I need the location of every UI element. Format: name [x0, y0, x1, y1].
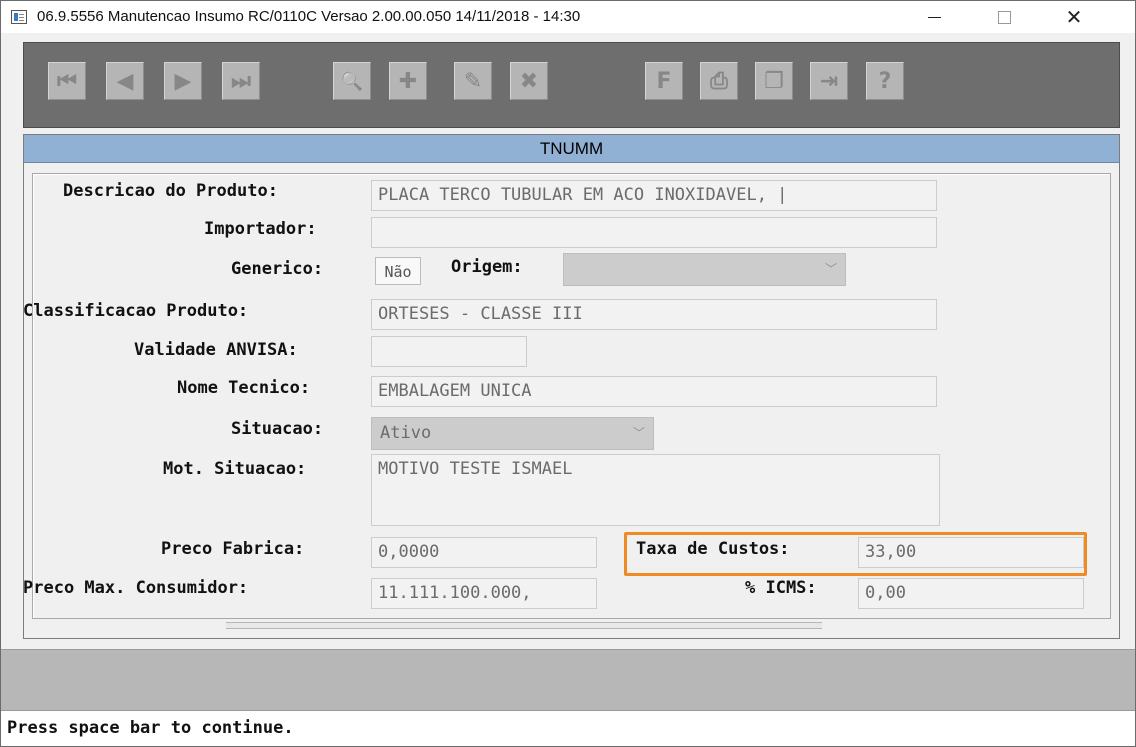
help-button[interactable]: ? [866, 62, 904, 100]
generico-checkbox[interactable]: Não [375, 257, 421, 285]
preco-fabrica-field[interactable]: 0,0000 [371, 537, 597, 568]
delete-button[interactable]: ✖ [510, 62, 548, 100]
origem-select[interactable]: ﹀ [563, 253, 846, 286]
close-button[interactable]: ✕ [1051, 1, 1097, 33]
next-record-button[interactable]: ▶ [164, 62, 202, 100]
origem-label: Origem: [451, 257, 523, 277]
situacao-value: Ativo [380, 423, 432, 443]
horizontal-scrollbar[interactable] [226, 622, 822, 629]
copy-button[interactable]: ❐ [755, 62, 793, 100]
copy-icon: ❐ [764, 68, 784, 94]
nome-tecnico-field[interactable]: EMBALAGEM UNICA [371, 376, 937, 407]
search-icon: 🔍 [340, 70, 364, 92]
preco-max-field[interactable]: 11.111.100.000, [371, 578, 597, 609]
descricao-label: Descricao do Produto: [63, 181, 278, 201]
preco-max-label: Preco Max. Consumidor: [23, 578, 249, 598]
icms-label: % ICMS: [745, 578, 817, 598]
app-window: 06.9.5556 Manutencao Insumo RC/0110C Ver… [0, 0, 1136, 747]
delete-icon: ✖ [519, 68, 539, 94]
add-button[interactable]: ✚ [389, 62, 427, 100]
edit-button[interactable]: ✎ [454, 62, 492, 100]
close-icon: ✕ [1065, 5, 1083, 29]
last-record-icon: ⏭ [231, 68, 251, 94]
classificacao-field[interactable]: ORTESES - CLASSE III [371, 299, 937, 330]
last-record-button[interactable]: ⏭ [222, 62, 260, 100]
window-title: 06.9.5556 Manutencao Insumo RC/0110C Ver… [37, 8, 581, 25]
add-icon: ✚ [398, 68, 418, 94]
descricao-field[interactable]: PLACA TERCO TUBULAR EM ACO INOXIDAVEL, | [371, 180, 937, 211]
mot-situacao-label: Mot. Situacao: [163, 459, 307, 479]
previous-record-button[interactable]: ◀ [106, 62, 144, 100]
print-icon: ⎙ [710, 68, 728, 94]
nome-tecnico-label: Nome Tecnico: [177, 378, 311, 398]
validade-label: Validade ANVISA: [134, 340, 298, 360]
search-button[interactable]: 🔍 [333, 62, 371, 100]
generico-label: Generico: [231, 259, 324, 279]
toolbar: ⏮ ◀ ▶ ⏭ 🔍 ✚ ✎ ✖ F ⎙ ❐ ⇥ ? [23, 42, 1120, 128]
importador-label: Importador: [204, 219, 317, 239]
form-header: TNUMM [24, 135, 1119, 163]
classificacao-label: Classificacao Produto: [23, 301, 249, 321]
icms-field[interactable]: 0,00 [858, 578, 1084, 609]
next-icon: ▶ [174, 68, 192, 94]
title-bar: 06.9.5556 Manutencao Insumo RC/0110C Ver… [1, 1, 1135, 33]
print-button[interactable]: ⎙ [700, 62, 738, 100]
app-icon [11, 10, 27, 24]
help-icon: ? [878, 68, 892, 94]
exit-button[interactable]: ⇥ [810, 62, 848, 100]
first-record-button[interactable]: ⏮ [48, 62, 86, 100]
situacao-select[interactable]: Ativo ﹀ [371, 417, 654, 450]
chevron-down-icon: ﹀ [824, 262, 837, 276]
situacao-label: Situacao: [231, 419, 324, 439]
filter-icon: F [656, 68, 672, 94]
status-bar: Press space bar to continue. [1, 711, 1135, 746]
maximize-button[interactable] [981, 1, 1027, 33]
preco-fabrica-label: Preco Fabrica: [161, 539, 305, 559]
exit-icon: ⇥ [819, 68, 839, 94]
message-panel [1, 649, 1135, 711]
mot-situacao-field[interactable]: MOTIVO TESTE ISMAEL [371, 454, 940, 526]
chevron-down-icon: ﹀ [632, 426, 645, 440]
validade-field[interactable] [371, 336, 527, 367]
edit-icon: ✎ [463, 68, 483, 94]
minimize-button[interactable] [911, 1, 957, 33]
previous-icon: ◀ [116, 68, 134, 94]
importador-field[interactable] [371, 217, 937, 248]
taxa-custos-highlight [624, 532, 1087, 576]
filter-button[interactable]: F [645, 62, 683, 100]
first-record-icon: ⏮ [57, 68, 77, 94]
